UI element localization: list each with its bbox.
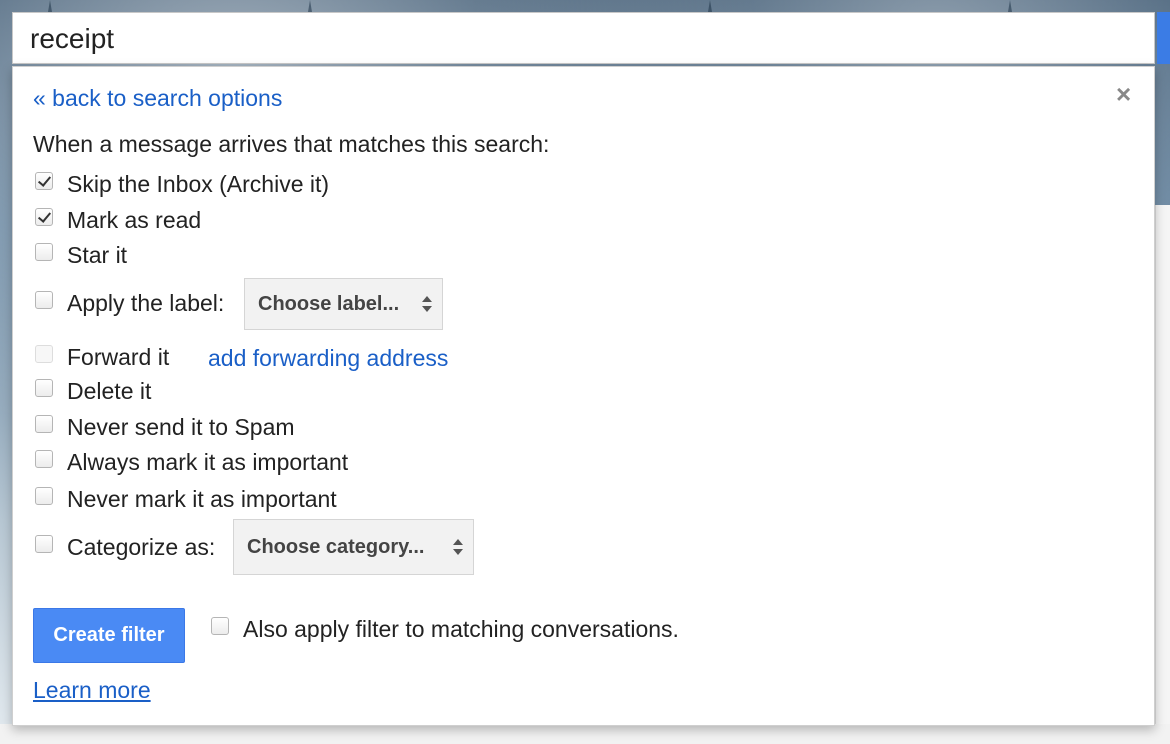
option-skip-inbox[interactable]: Skip the Inbox (Archive it) [35, 171, 329, 198]
option-mark-as-read[interactable]: Mark as read [35, 207, 201, 234]
star-it-checkbox[interactable] [35, 242, 53, 261]
also-apply-option[interactable]: Also apply filter to matching conversati… [211, 616, 679, 643]
select-arrows-icon [453, 537, 463, 557]
option-label: Always mark it as important [67, 449, 349, 475]
learn-more-link[interactable]: Learn more [33, 677, 151, 704]
choose-label-value: Choose label... [258, 292, 400, 315]
skip-inbox-checkbox[interactable] [35, 171, 53, 190]
option-label: Skip the Inbox (Archive it) [67, 171, 330, 197]
search-bar[interactable] [12, 12, 1155, 64]
option-label: Forward it [67, 344, 170, 370]
option-label: Never mark it as important [67, 486, 337, 512]
option-categorize-as[interactable]: Categorize as: [35, 534, 215, 561]
option-label: Apply the label: [67, 290, 225, 316]
search-input[interactable] [30, 23, 1030, 55]
close-icon[interactable]: × [1116, 79, 1131, 110]
option-always-important[interactable]: Always mark it as important [35, 449, 348, 476]
categorize-as-checkbox[interactable] [35, 534, 53, 553]
filter-options-panel: « back to search options × When a messag… [12, 66, 1155, 726]
forward-it-checkbox[interactable] [35, 344, 53, 363]
option-never-spam[interactable]: Never send it to Spam [35, 414, 295, 441]
option-label: Delete it [67, 378, 152, 404]
mark-as-read-checkbox[interactable] [35, 207, 53, 226]
choose-label-select[interactable]: Choose label... [244, 278, 443, 330]
never-spam-checkbox[interactable] [35, 414, 53, 433]
add-forwarding-address-link[interactable]: add forwarding address [208, 345, 448, 372]
option-label: Mark as read [67, 207, 202, 233]
option-label: Categorize as: [67, 534, 216, 560]
filter-intro-text: When a message arrives that matches this… [33, 131, 550, 157]
option-label: Never send it to Spam [67, 414, 295, 440]
delete-it-checkbox[interactable] [35, 378, 53, 397]
option-never-important[interactable]: Never mark it as important [35, 486, 337, 513]
option-delete-it[interactable]: Delete it [35, 378, 151, 405]
option-star-it[interactable]: Star it [35, 242, 127, 269]
always-important-checkbox[interactable] [35, 449, 53, 468]
create-filter-button[interactable]: Create filter [33, 608, 185, 663]
also-apply-checkbox[interactable] [211, 616, 229, 635]
select-arrows-icon [422, 294, 432, 314]
back-to-search-options-link[interactable]: « back to search options [33, 85, 282, 112]
never-important-checkbox[interactable] [35, 486, 53, 505]
option-apply-label[interactable]: Apply the label: [35, 290, 224, 317]
also-apply-label: Also apply filter to matching conversati… [243, 616, 679, 642]
search-button-edge[interactable] [1157, 12, 1170, 64]
choose-category-value: Choose category... [247, 535, 425, 558]
inbox-row-edge [0, 724, 1170, 744]
inbox-list-edge [1155, 205, 1170, 744]
option-label: Star it [67, 242, 128, 268]
choose-category-select[interactable]: Choose category... [233, 519, 474, 575]
option-forward-it[interactable]: Forward it [35, 344, 169, 371]
apply-label-checkbox[interactable] [35, 290, 53, 309]
